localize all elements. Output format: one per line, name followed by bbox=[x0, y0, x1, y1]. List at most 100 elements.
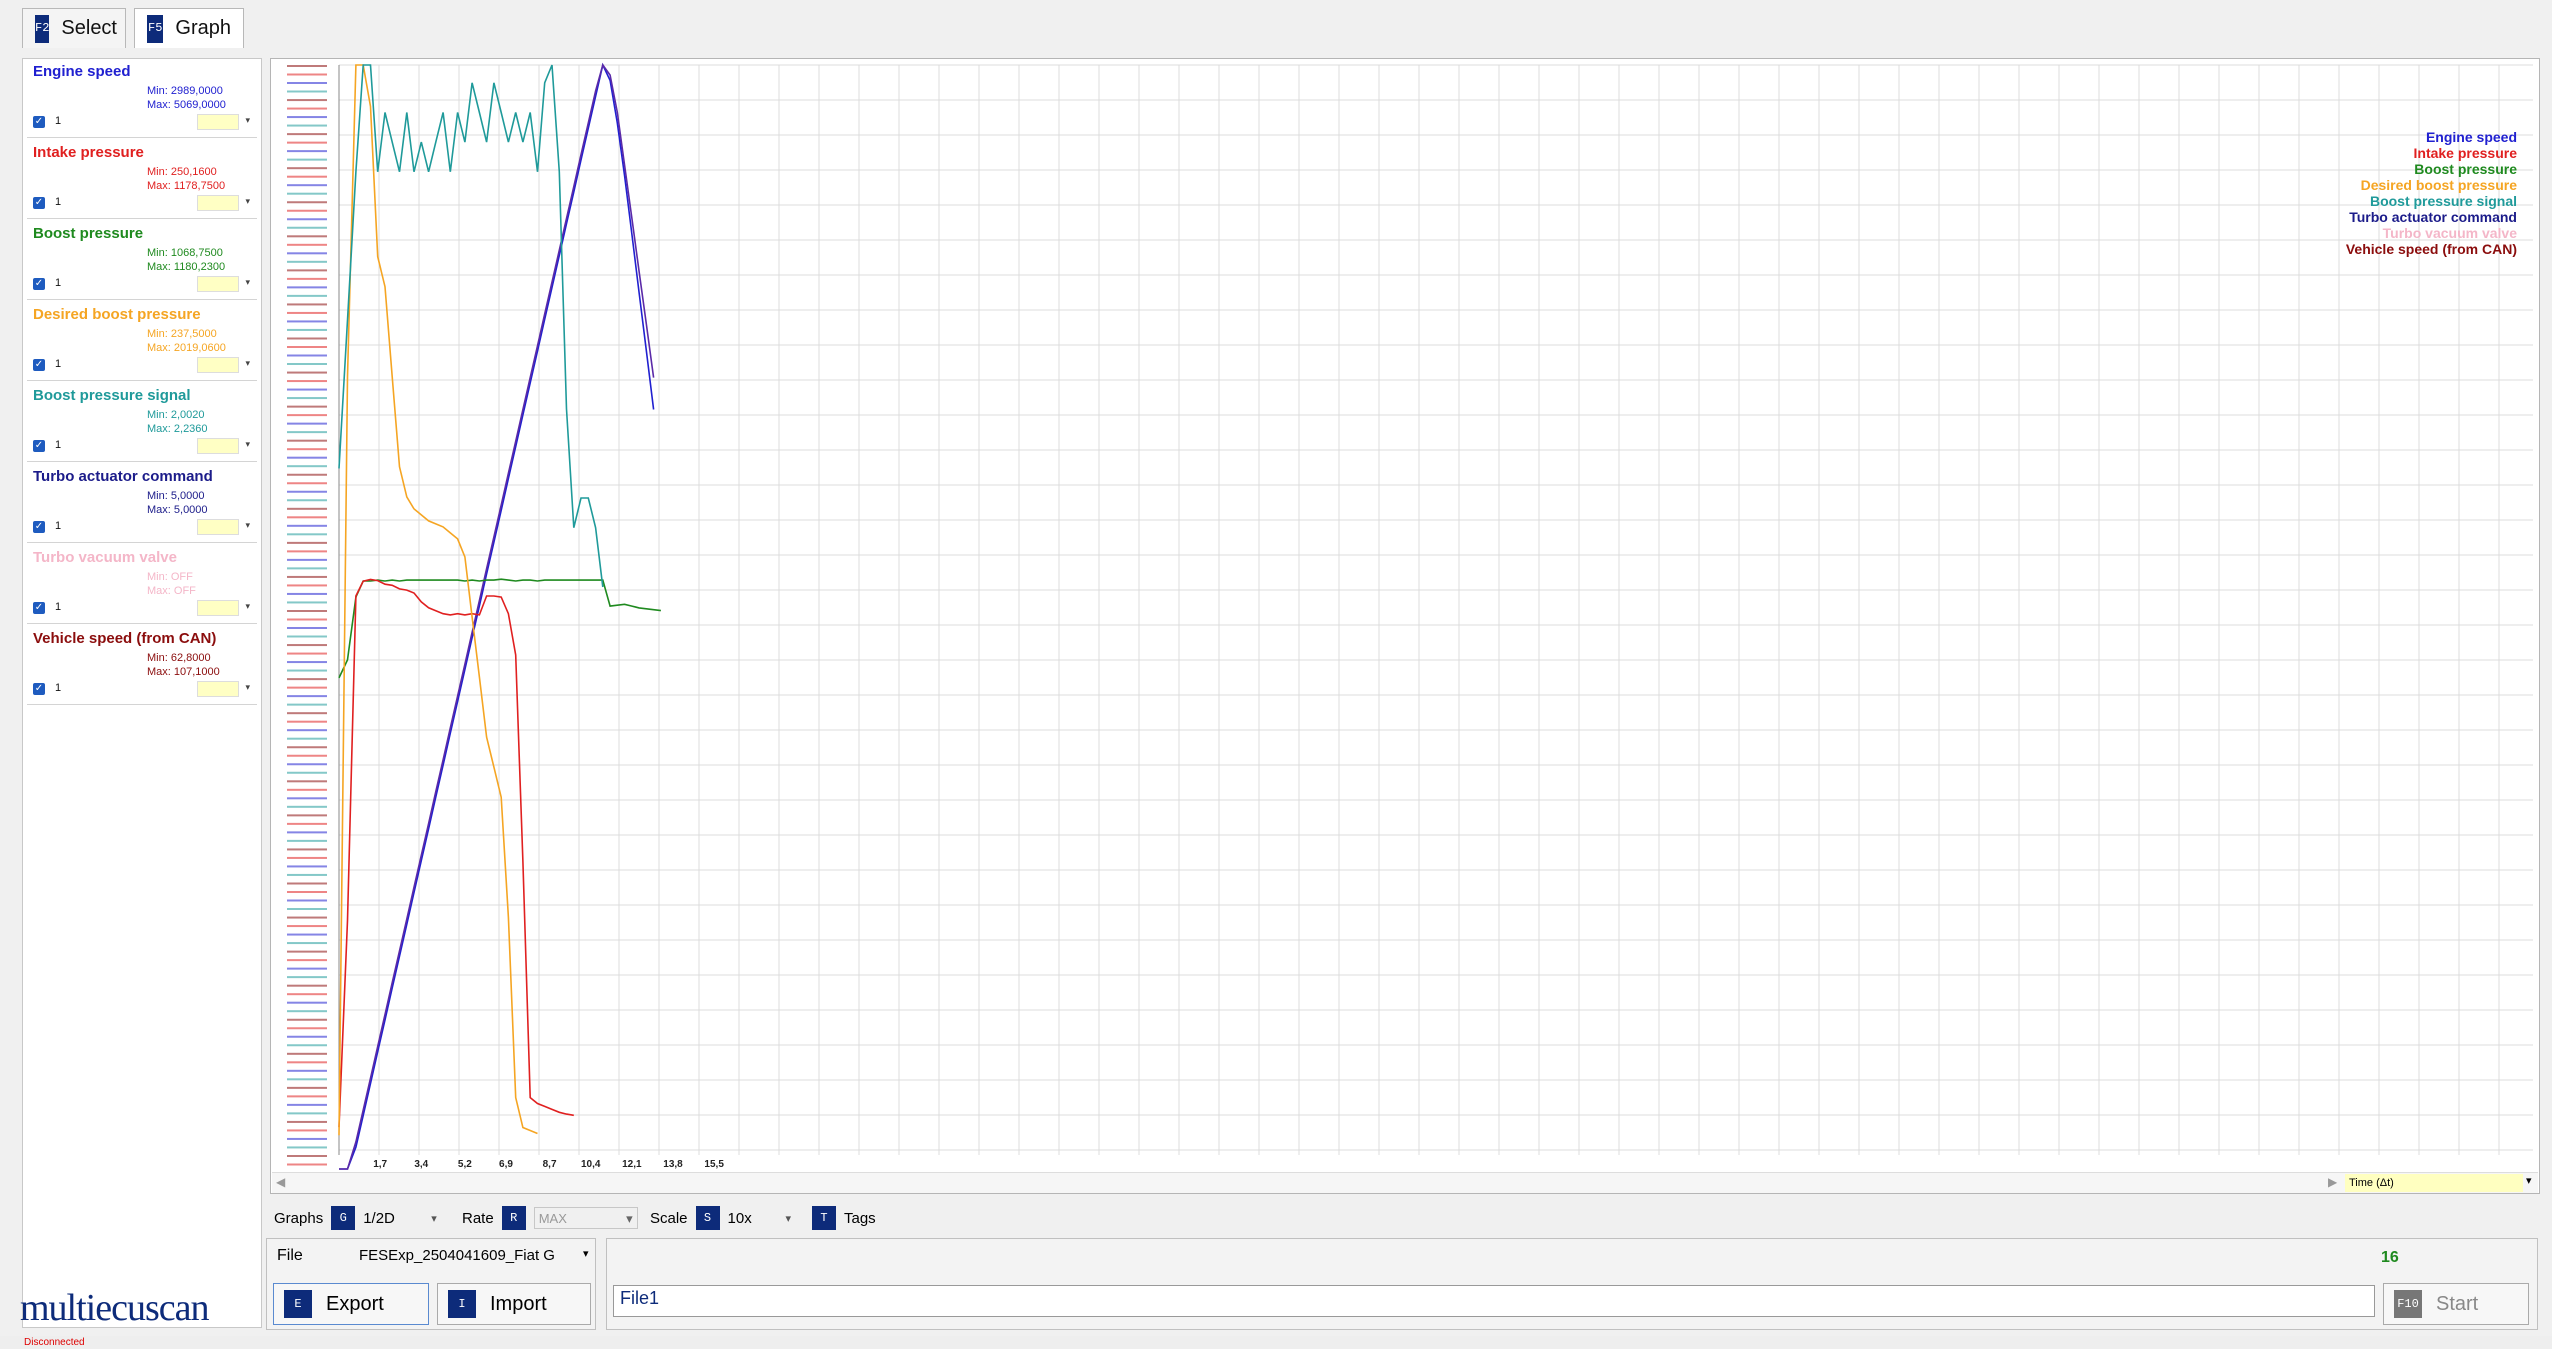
y-tick-mark bbox=[287, 788, 327, 791]
chevron-down-icon[interactable]: ▾ bbox=[2526, 1174, 2532, 1187]
time-axis-select[interactable]: Time (Δt) bbox=[2345, 1174, 2523, 1192]
checkbox-icon[interactable]: ✓ bbox=[33, 683, 45, 695]
y-tick-mark bbox=[287, 175, 327, 178]
scale-value[interactable]: 10x bbox=[728, 1210, 778, 1227]
checkbox-icon[interactable]: ✓ bbox=[33, 602, 45, 614]
y-tick-mark bbox=[287, 243, 327, 246]
tags-control: T Tags bbox=[812, 1206, 876, 1230]
param-min: Min: 250,1600 bbox=[147, 166, 217, 178]
r-key-icon[interactable]: R bbox=[501, 1206, 526, 1230]
param-style-select[interactable] bbox=[197, 195, 250, 211]
y-tick-mark bbox=[287, 286, 327, 289]
param-count: 1 bbox=[55, 520, 62, 532]
graph-area[interactable]: 1,7 3,4 5,2 6,9 8,7 10,4 12,1 13,8 15,5 Engine s… bbox=[270, 58, 2540, 1194]
checkbox-icon[interactable]: ✓ bbox=[33, 197, 45, 209]
y-tick-mark bbox=[287, 644, 327, 647]
checkbox-icon[interactable]: ✓ bbox=[33, 359, 45, 371]
y-tick-mark bbox=[287, 133, 327, 136]
param-row[interactable]: Desired boost pressure Min: 237,5000 Max: … bbox=[27, 302, 257, 381]
checkbox-icon[interactable]: ✓ bbox=[33, 116, 45, 128]
y-tick-mark bbox=[287, 380, 327, 383]
param-count: 1 bbox=[55, 277, 62, 289]
y-tick-mark bbox=[287, 661, 327, 664]
y-tick-mark bbox=[287, 993, 327, 996]
import-button[interactable]: I Import bbox=[437, 1283, 591, 1325]
scroll-right-icon[interactable]: ▶ bbox=[2328, 1175, 2337, 1189]
scroll-left-icon[interactable]: ◀ bbox=[276, 1175, 285, 1189]
y-tick-mark bbox=[287, 976, 327, 979]
y-tick-mark bbox=[287, 1103, 327, 1106]
file-select[interactable]: FESExp_2504041609_Fiat G bbox=[359, 1247, 577, 1264]
param-min: Min: 62,8000 bbox=[147, 652, 211, 664]
y-tick-mark bbox=[287, 1086, 327, 1089]
param-style-select[interactable] bbox=[197, 114, 250, 130]
tab-select[interactable]: F2 Select bbox=[22, 8, 126, 48]
param-count: 1 bbox=[55, 601, 62, 613]
chevron-down-icon[interactable]: ▾ bbox=[786, 1212, 792, 1225]
parameter-list: Engine speed Min: 2989,0000 Max: 5069,0000… bbox=[22, 58, 262, 1328]
filename-input[interactable]: File1 bbox=[613, 1285, 2375, 1317]
tags-label[interactable]: Tags bbox=[844, 1210, 876, 1227]
y-tick-mark bbox=[287, 431, 327, 434]
y-tick-mark bbox=[287, 865, 327, 868]
checkbox-icon[interactable]: ✓ bbox=[33, 440, 45, 452]
chevron-down-icon[interactable]: ▾ bbox=[431, 1212, 437, 1225]
param-min: Min: 237,5000 bbox=[147, 328, 217, 340]
param-row[interactable]: Engine speed Min: 2989,0000 Max: 5069,0000… bbox=[27, 59, 257, 138]
y-tick-mark bbox=[287, 150, 327, 153]
param-row[interactable]: Turbo vacuum valve Min: OFF Max: OFF ✓ 1 bbox=[27, 545, 257, 624]
tab-select-label: Select bbox=[61, 17, 117, 39]
y-tick-mark bbox=[287, 754, 327, 757]
t-key-icon[interactable]: T bbox=[812, 1206, 836, 1230]
param-row[interactable]: Intake pressure Min: 250,1600 Max: 1178,75… bbox=[27, 140, 257, 219]
y-tick-mark bbox=[287, 65, 327, 67]
checkbox-icon[interactable]: ✓ bbox=[33, 278, 45, 290]
param-style-select[interactable] bbox=[197, 519, 250, 535]
scale-label: Scale bbox=[650, 1209, 688, 1227]
y-tick-mark bbox=[287, 916, 327, 919]
param-min: Min: 2989,0000 bbox=[147, 85, 223, 97]
start-button[interactable]: F10 Start bbox=[2383, 1283, 2529, 1325]
y-tick-mark bbox=[287, 439, 327, 442]
s-key-icon[interactable]: S bbox=[695, 1206, 720, 1230]
param-style-select[interactable] bbox=[197, 357, 250, 373]
y-tick-mark bbox=[287, 1137, 327, 1140]
legend-entry: Vehicle speed (from CAN) bbox=[2345, 241, 2517, 257]
horizontal-scrollbar[interactable]: ◀ ▶ bbox=[272, 1172, 2538, 1193]
y-tick-mark bbox=[287, 1035, 327, 1038]
y-tick-mark bbox=[287, 346, 327, 348]
param-min: Min: 1068,7500 bbox=[147, 247, 223, 259]
param-row[interactable]: Vehicle speed (from CAN) Min: 62,8000 Max:… bbox=[27, 626, 257, 705]
y-tick-mark bbox=[287, 720, 327, 723]
param-row[interactable]: Boost pressure Min: 1068,7500 Max: 1180,23… bbox=[27, 221, 257, 300]
y-tick-mark bbox=[287, 814, 327, 817]
y-tick-mark bbox=[287, 831, 327, 834]
param-name: Boost pressure signal bbox=[33, 387, 191, 404]
x-tick-label: 3,4 bbox=[414, 1159, 428, 1170]
tab-graph[interactable]: F5 Graph bbox=[134, 8, 244, 48]
rate-select[interactable]: MAX bbox=[533, 1207, 638, 1230]
param-style-select[interactable] bbox=[197, 276, 250, 292]
param-row[interactable]: Turbo actuator command Min: 5,0000 Max: 5,… bbox=[27, 464, 257, 543]
param-style-select[interactable] bbox=[197, 600, 250, 616]
y-tick-mark bbox=[287, 737, 327, 740]
export-button[interactable]: E Export bbox=[273, 1283, 429, 1325]
y-tick-mark bbox=[287, 473, 327, 476]
sample-count: 16 bbox=[2381, 1249, 2399, 1266]
checkbox-icon[interactable]: ✓ bbox=[33, 521, 45, 533]
y-tick-mark bbox=[287, 891, 327, 893]
y-tick-mark bbox=[287, 873, 327, 876]
g-key-icon[interactable]: G bbox=[331, 1206, 356, 1230]
y-tick-mark bbox=[287, 771, 327, 774]
param-style-select[interactable] bbox=[197, 681, 250, 697]
param-style-select[interactable] bbox=[197, 438, 250, 454]
y-tick-mark bbox=[287, 158, 327, 161]
y-tick-mark bbox=[287, 584, 327, 587]
param-row[interactable]: Boost pressure signal Min: 2,0020 Max: 2,2… bbox=[27, 383, 257, 462]
y-tick-mark bbox=[287, 780, 327, 783]
chevron-down-icon[interactable]: ▾ bbox=[583, 1247, 589, 1260]
graphs-value[interactable]: 1/2D bbox=[363, 1210, 423, 1227]
y-tick-mark bbox=[287, 524, 327, 527]
y-tick-mark bbox=[287, 1120, 327, 1123]
x-tick-label: 13,8 bbox=[663, 1159, 683, 1170]
